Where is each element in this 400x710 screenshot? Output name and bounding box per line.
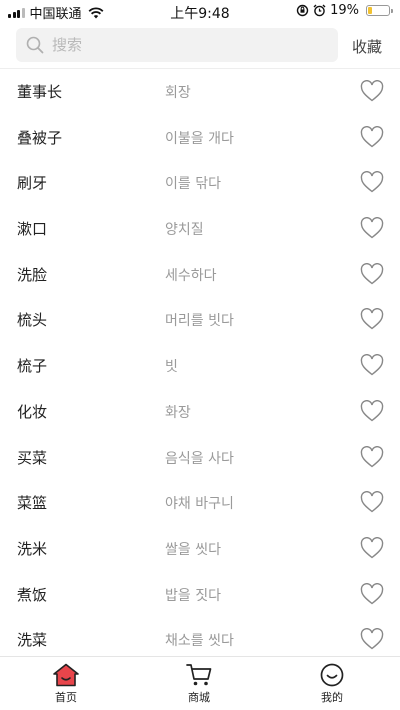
word-korean: 채소를 씻다: [165, 633, 234, 650]
tab-mine[interactable]: 我的: [292, 663, 372, 709]
list-item[interactable]: 菜篮 야채 바구니: [0, 480, 400, 526]
list-item[interactable]: 梳头 머리를 빗다: [0, 297, 400, 343]
word-chinese: 董事长: [17, 83, 63, 101]
favorite-heart-icon[interactable]: [360, 125, 384, 148]
word-korean: 머리를 빗다: [165, 313, 234, 330]
list-item[interactable]: 梳子 빗: [0, 343, 400, 389]
smiley-icon: [320, 663, 344, 687]
word-chinese: 叠被子: [17, 128, 63, 147]
favorite-heart-icon[interactable]: [360, 354, 384, 376]
favorite-heart-icon[interactable]: [360, 80, 384, 102]
word-korean: 쌀을 씻다: [165, 541, 221, 558]
word-list: 董事长 회장 叠被子 이불을 개다 刷牙 이를 닦다 漱口 양치질 洗脸 세수하다 梳头 머리를 빗다…: [0, 69, 400, 663]
tab-mall-label: 商城: [188, 691, 210, 704]
favorite-heart-icon[interactable]: [360, 582, 384, 605]
word-korean: 세수하다: [165, 267, 217, 284]
favorite-heart-icon[interactable]: [360, 262, 384, 285]
alarm-icon: [313, 4, 326, 17]
tab-mall[interactable]: 商城: [159, 663, 239, 709]
status-right: 19%: [296, 3, 393, 18]
favorite-heart-icon[interactable]: [360, 399, 384, 422]
word-chinese: 刷牙: [17, 174, 48, 193]
battery-percent: 19%: [330, 3, 359, 18]
search-icon: [26, 36, 44, 54]
word-chinese: 买菜: [17, 448, 48, 467]
favorite-heart-icon[interactable]: [360, 628, 384, 650]
word-chinese: 漱口: [17, 220, 48, 239]
list-item[interactable]: 化妆 화장: [0, 389, 400, 435]
word-korean: 화장: [165, 404, 191, 421]
search-box[interactable]: [16, 28, 338, 62]
favorite-heart-icon[interactable]: [360, 536, 384, 559]
list-item[interactable]: 买菜 음식을 사다: [0, 435, 400, 481]
search-input[interactable]: [52, 36, 312, 54]
word-korean: 음식을 사다: [165, 450, 234, 467]
list-item[interactable]: 洗米 쌀을 씻다: [0, 526, 400, 572]
list-item[interactable]: 洗脸 세수하다: [0, 252, 400, 298]
favorite-heart-icon[interactable]: [360, 445, 384, 468]
word-chinese: 梳子: [17, 357, 48, 376]
status-bar: 中国联通 上午9:48 19%: [0, 0, 400, 24]
list-item[interactable]: 刷牙 이를 닦다: [0, 160, 400, 206]
list-item[interactable]: 董事长 회장: [0, 69, 400, 115]
tab-home-label: 首页: [55, 691, 77, 704]
list-item[interactable]: 煮饭 밥을 짓다: [0, 572, 400, 618]
word-korean: 밥을 짓다: [165, 587, 221, 604]
tab-home[interactable]: 首页: [26, 663, 106, 709]
word-korean: 이불을 개다: [165, 130, 234, 147]
orientation-lock-icon: [296, 4, 309, 17]
tab-bar: 首页 商城 我的: [0, 656, 400, 710]
search-header: 收藏: [0, 26, 400, 66]
list-item[interactable]: 叠被子 이불을 개다: [0, 115, 400, 161]
word-chinese: 梳头: [17, 311, 48, 330]
word-korean: 회장: [165, 85, 191, 101]
favorite-heart-icon[interactable]: [360, 171, 384, 193]
tab-mine-label: 我的: [321, 691, 343, 704]
word-chinese: 化妆: [17, 402, 48, 421]
favorite-heart-icon[interactable]: [360, 217, 384, 239]
list-item[interactable]: 漱口 양치질: [0, 206, 400, 252]
word-chinese: 洗脸: [17, 265, 48, 284]
word-chinese: 洗菜: [17, 631, 48, 650]
favorite-heart-icon[interactable]: [360, 491, 384, 513]
cart-icon: [186, 664, 212, 686]
word-korean: 양치질: [165, 222, 204, 239]
home-icon: [53, 663, 79, 687]
word-chinese: 煮饭: [17, 585, 48, 604]
favorite-heart-icon[interactable]: [360, 308, 384, 330]
word-chinese: 洗米: [17, 539, 48, 558]
word-korean: 이를 닦다: [165, 176, 221, 193]
word-korean: 야채 바구니: [165, 496, 234, 513]
favorites-button[interactable]: 收藏: [352, 36, 382, 57]
battery-icon: [366, 5, 393, 16]
word-korean: 빗: [165, 359, 178, 376]
word-chinese: 菜篮: [17, 494, 48, 513]
